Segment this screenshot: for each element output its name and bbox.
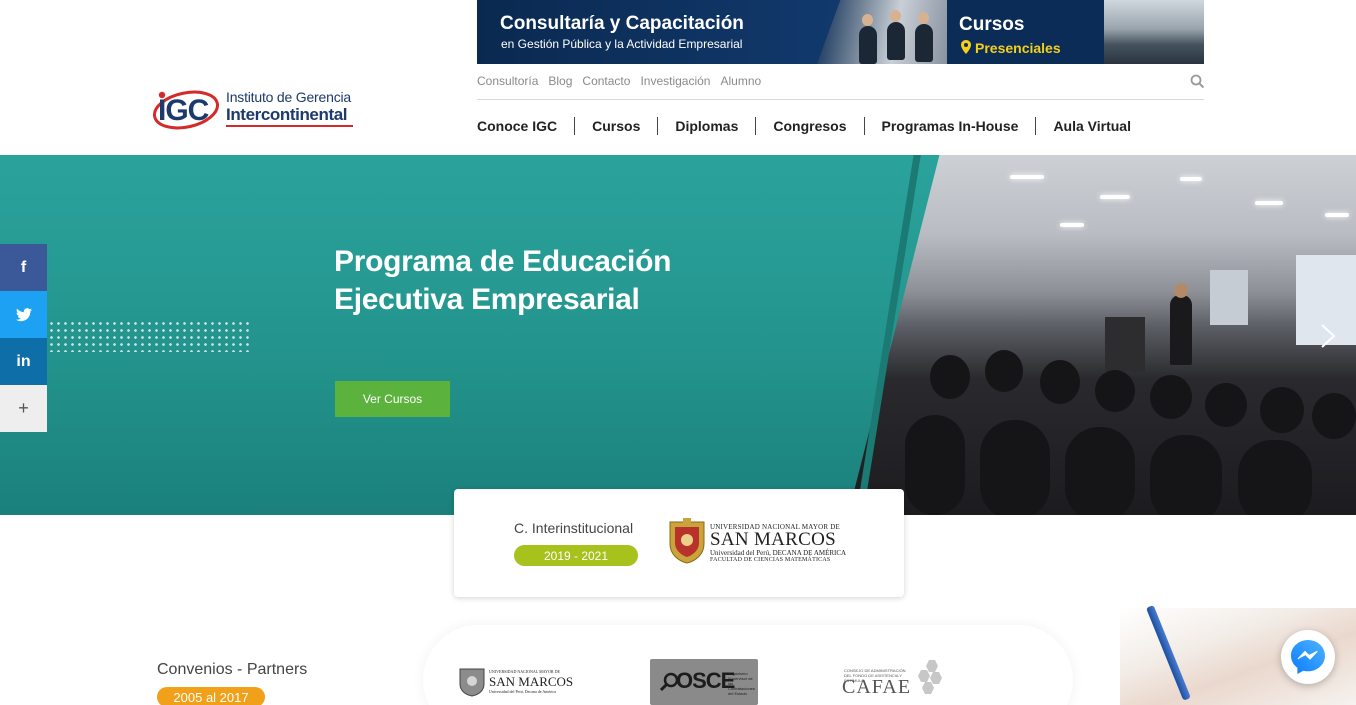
igc-logo-mark: IGC xyxy=(153,90,219,130)
partners-label: Convenios - Partners xyxy=(157,661,308,678)
partner-osce-subtitle: Organismo Supervisor de las Contratacion… xyxy=(728,671,755,696)
subnav-item-contacto[interactable]: Contacto xyxy=(582,74,630,90)
linkedin-icon: in xyxy=(16,352,31,370)
partners-period-badge: 2005 al 2017 xyxy=(157,687,265,705)
cafae-hex-icon xyxy=(918,670,930,682)
nav-item-congresos[interactable]: Congresos xyxy=(755,117,863,135)
banner-subtitle: en Gestión Pública y la Actividad Empres… xyxy=(501,37,743,51)
logo-line-2: Intercontinental xyxy=(226,105,348,124)
partner-cafae-name: CAFAE xyxy=(842,676,912,698)
secondary-nav: Consultoría Blog Contacto Investigación … xyxy=(477,74,761,90)
banner-person xyxy=(887,22,905,60)
main-nav: Conoce IGC Cursos Diplomas Congresos Pro… xyxy=(477,117,1148,135)
igc-logo[interactable]: IGC Instituto de Gerencia Intercontinent… xyxy=(152,84,356,134)
banner-cursos-label: Cursos xyxy=(959,14,1025,35)
more-share-button[interactable]: + xyxy=(0,385,47,432)
audience-head xyxy=(930,355,970,399)
audience-body xyxy=(1238,440,1312,515)
san-marcos-subtitle: Universidad del Perú, DECANA DE AMÉRICA xyxy=(710,549,847,557)
audience-head xyxy=(1095,370,1135,412)
audience-head xyxy=(1260,387,1304,433)
hero-title: Programa de Educación Ejecutiva Empresar… xyxy=(334,245,672,316)
facebook-icon: f xyxy=(20,258,27,276)
speaker xyxy=(1170,295,1192,365)
location-pin-icon xyxy=(961,40,971,54)
audience-head xyxy=(985,350,1023,392)
facebook-share-button[interactable]: f xyxy=(0,244,47,291)
logo-line-1: Instituto de Gerencia xyxy=(226,89,351,105)
banner-person-head xyxy=(862,14,873,26)
audience-body xyxy=(905,415,965,515)
banner-person-head xyxy=(890,10,901,22)
ceiling-light xyxy=(1255,201,1283,205)
agreement-card: C. Interinstitucional 2019 - 2021 UNIVER… xyxy=(454,489,904,597)
cafae-hex-icon xyxy=(930,672,942,684)
site-header: IGC Instituto de Gerencia Intercontinent… xyxy=(0,0,1356,155)
nav-item-aula-virtual[interactable]: Aula Virtual xyxy=(1035,117,1148,135)
partner-osce-name: OSCE xyxy=(676,668,735,693)
nav-item-diplomas[interactable]: Diplomas xyxy=(657,117,755,135)
agreement-label: C. Interinstitucional xyxy=(514,520,634,536)
audience-body xyxy=(1065,427,1135,515)
audience-body xyxy=(1150,435,1222,515)
ceiling-light xyxy=(1010,175,1044,179)
banner-title: Consultaría y Capacitación xyxy=(500,13,744,34)
partner-san-marcos-name: SAN MARCOS xyxy=(489,674,574,689)
agreement-period-badge: 2019 - 2021 xyxy=(514,545,638,566)
igc-logo-mark-text: IGC xyxy=(158,94,209,127)
podium xyxy=(1105,317,1145,372)
cafae-hex-icon xyxy=(926,660,938,672)
twitter-share-button[interactable] xyxy=(0,291,47,338)
social-share-bar: f in + xyxy=(0,244,47,432)
banner-classroom-photo xyxy=(1104,0,1204,64)
partner-osce-logo[interactable]: OSCE Organismo Supervisor de las Contrat… xyxy=(650,659,758,705)
chevron-right-icon[interactable] xyxy=(1319,323,1337,349)
san-marcos-name: SAN MARCOS xyxy=(710,529,837,550)
san-marcos-seal-icon xyxy=(669,518,705,564)
banner-person xyxy=(915,24,933,62)
audience-head xyxy=(1040,360,1080,404)
search-icon[interactable] xyxy=(1190,74,1205,89)
ceiling-light xyxy=(1100,195,1130,199)
speaker-head xyxy=(1174,283,1188,298)
messenger-chat-button[interactable] xyxy=(1281,630,1335,684)
san-marcos-faculty: FACULTAD DE CIENCIAS MATEMÁTICAS xyxy=(710,557,831,563)
decorative-dots xyxy=(48,320,252,352)
linkedin-share-button[interactable]: in xyxy=(0,338,47,385)
subnav-item-blog[interactable]: Blog xyxy=(548,74,572,90)
ver-cursos-button[interactable]: Ver Cursos xyxy=(335,381,450,417)
plus-icon: + xyxy=(18,398,29,418)
partner-san-marcos-subtitle: Universidad del Perú, Decana de América xyxy=(489,689,557,694)
banner-presenciales-label: Presenciales xyxy=(975,40,1061,56)
audience-head xyxy=(1312,393,1356,439)
subnav-item-alumno[interactable]: Alumno xyxy=(720,74,761,90)
audience-head xyxy=(1150,375,1192,419)
audience-body xyxy=(980,420,1050,515)
logo-underline xyxy=(226,125,353,127)
partner-cafae-logo[interactable]: CONSEJO DE ADMINISTRACIÓN DEL FONDO DE A… xyxy=(842,658,942,704)
messenger-icon xyxy=(1291,640,1325,674)
nav-item-cursos[interactable]: Cursos xyxy=(574,117,657,135)
side-screen xyxy=(1210,270,1248,325)
banner-person-head xyxy=(918,12,929,24)
nav-item-conoce-igc[interactable]: Conoce IGC xyxy=(477,117,574,135)
partner-san-marcos-logo[interactable]: UNIVERSIDAD NACIONAL MAYOR DE SAN MARCOS… xyxy=(459,665,579,699)
subnav-item-investigacion[interactable]: Investigación xyxy=(640,74,710,90)
promo-banner[interactable]: Consultaría y Capacitación en Gestión Pú… xyxy=(477,0,1204,64)
ceiling-light xyxy=(1325,213,1349,217)
san-marcos-seal-icon xyxy=(459,668,485,697)
twitter-icon xyxy=(15,307,32,321)
ceiling-light xyxy=(1060,223,1084,227)
ceiling-light xyxy=(1180,177,1202,181)
subnav-item-consultoria[interactable]: Consultoría xyxy=(477,74,538,90)
san-marcos-logo[interactable]: UNIVERSIDAD NACIONAL MAYOR DE SAN MARCOS… xyxy=(668,518,848,566)
nav-divider xyxy=(477,99,1204,100)
hero-slider: Programa de Educación Ejecutiva Empresar… xyxy=(0,155,1356,515)
banner-person xyxy=(859,26,877,64)
cafae-hex-icon xyxy=(922,682,934,694)
audience-head xyxy=(1205,383,1247,427)
nav-item-programas-in-house[interactable]: Programas In-House xyxy=(863,117,1036,135)
